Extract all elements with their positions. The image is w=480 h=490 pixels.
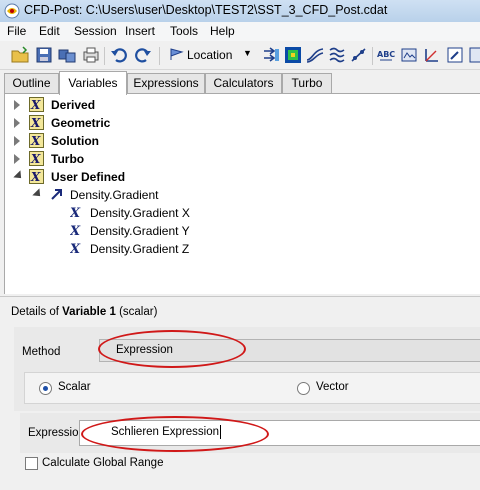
menu-insert[interactable]: Insert — [125, 24, 155, 38]
streamline-icon[interactable] — [306, 46, 324, 64]
menu-file[interactable]: File — [7, 24, 26, 38]
window-title: CFD-Post: C:\Users\user\Desktop\TEST2\SS… — [24, 3, 388, 17]
expand-arrow-icon[interactable] — [14, 136, 20, 146]
undo-icon[interactable] — [110, 46, 128, 64]
expand-arrow-icon[interactable] — [14, 118, 20, 128]
variable-group-icon: X — [29, 133, 44, 148]
svg-text:X: X — [70, 206, 81, 219]
tree-item-label: Geometric — [51, 116, 111, 130]
svg-text:X: X — [30, 116, 41, 130]
svg-text:X: X — [70, 224, 81, 237]
scalar-variable-icon: X — [70, 224, 81, 237]
menu-session[interactable]: Session — [74, 24, 117, 38]
scalar-variable-icon: X — [70, 242, 81, 255]
scalar-radio[interactable] — [39, 382, 52, 395]
toolbar-separator — [159, 47, 160, 65]
svg-text:X: X — [70, 242, 81, 255]
calculate-global-range-label: Calculate Global Range — [42, 457, 164, 469]
variable-group-icon: X — [29, 151, 44, 166]
vector-icon[interactable] — [262, 46, 280, 64]
text-caret — [220, 425, 221, 439]
method-label: Method — [22, 346, 61, 358]
menu-edit[interactable]: Edit — [39, 24, 60, 38]
clip-icon[interactable] — [400, 46, 418, 64]
tab-calculators[interactable]: Calculators — [205, 73, 282, 94]
svg-text:X: X — [30, 98, 41, 112]
volume-icon[interactable] — [328, 46, 346, 64]
expand-arrow-icon[interactable] — [14, 100, 20, 110]
location-icon — [170, 48, 184, 60]
vector-variable-icon — [51, 189, 62, 200]
cfd-post-app-icon — [4, 3, 20, 19]
location-label: Location — [187, 48, 233, 62]
variable-type-row: Scalar Vector — [24, 372, 480, 404]
vector-label: Vector — [316, 381, 349, 393]
svg-text:ABC: ABC — [377, 50, 395, 59]
method-dropdown[interactable]: Expression — [99, 339, 480, 362]
variable-group-icon: X — [29, 97, 44, 112]
method-value: Expression — [116, 344, 173, 356]
location-dropdown[interactable]: Location ▼ — [167, 45, 257, 65]
details-title: Details of Variable 1 (scalar) — [11, 306, 157, 318]
tab-expressions[interactable]: Expressions — [127, 73, 205, 94]
more-icon[interactable] — [468, 46, 480, 64]
text-icon[interactable]: ABC — [377, 46, 395, 64]
toolbar: Location ▼ ABC — [0, 41, 480, 70]
tree-item-label: Derived — [51, 98, 96, 112]
tab-outline[interactable]: Outline — [4, 73, 59, 94]
menu-help[interactable]: Help — [210, 24, 235, 38]
tree-item-label: User Defined — [51, 170, 126, 184]
tab-turbo[interactable]: Turbo — [282, 73, 332, 94]
tree-item-label: Solution — [51, 134, 99, 148]
variables-tree: X Derived X Geometric X Solution X Turbo… — [4, 93, 480, 294]
edit-icon[interactable] — [446, 46, 464, 64]
expression-value: Schlieren Expression — [111, 426, 220, 438]
tree-item-label: Density.Gradient — [70, 188, 159, 202]
tree-item-label: Density.Gradient X — [90, 206, 190, 220]
title-bar: CFD-Post: C:\Users\user\Desktop\TEST2\SS… — [0, 0, 480, 23]
save-state-icon[interactable] — [58, 46, 76, 64]
svg-text:X: X — [30, 134, 41, 148]
toolbar-separator — [104, 47, 105, 65]
coordinate-frame-icon[interactable] — [423, 46, 441, 64]
variable-group-icon: X — [29, 169, 44, 184]
print-icon[interactable] — [82, 46, 100, 64]
contour-icon[interactable] — [284, 46, 302, 64]
open-folder-icon[interactable] — [11, 46, 29, 64]
collapse-arrow-icon[interactable] — [13, 170, 25, 182]
particle-icon[interactable] — [350, 46, 368, 64]
expression-input[interactable]: Schlieren Expression — [79, 420, 480, 446]
details-title-suffix: (scalar) — [119, 306, 158, 318]
calculate-global-range-checkbox[interactable] — [25, 457, 38, 470]
tree-item-label: Density.Gradient Y — [90, 224, 190, 238]
expression-label: Expression — [28, 427, 85, 439]
save-icon[interactable] — [35, 46, 53, 64]
redo-icon[interactable] — [134, 46, 152, 64]
details-title-prefix: Details of — [11, 306, 59, 318]
collapse-arrow-icon[interactable] — [32, 188, 44, 200]
menu-bar: File Edit Session Insert Tools Help — [0, 22, 480, 41]
scalar-label: Scalar — [58, 381, 91, 393]
variable-group-icon: X — [29, 115, 44, 130]
tab-variables[interactable]: Variables — [59, 71, 127, 95]
toolbar-separator — [372, 47, 373, 65]
scalar-variable-icon: X — [70, 206, 81, 219]
chevron-down-icon: ▼ — [243, 48, 252, 58]
tree-item-label: Turbo — [51, 152, 85, 166]
expand-arrow-icon[interactable] — [14, 154, 20, 164]
vector-radio[interactable] — [297, 382, 310, 395]
tree-item-label: Density.Gradient Z — [90, 242, 190, 256]
svg-text:X: X — [30, 170, 41, 184]
svg-text:X: X — [30, 152, 41, 166]
menu-tools[interactable]: Tools — [170, 24, 198, 38]
details-title-name: Variable 1 — [62, 306, 116, 318]
panel-tabs: Outline Variables Expressions Calculator… — [0, 71, 480, 95]
